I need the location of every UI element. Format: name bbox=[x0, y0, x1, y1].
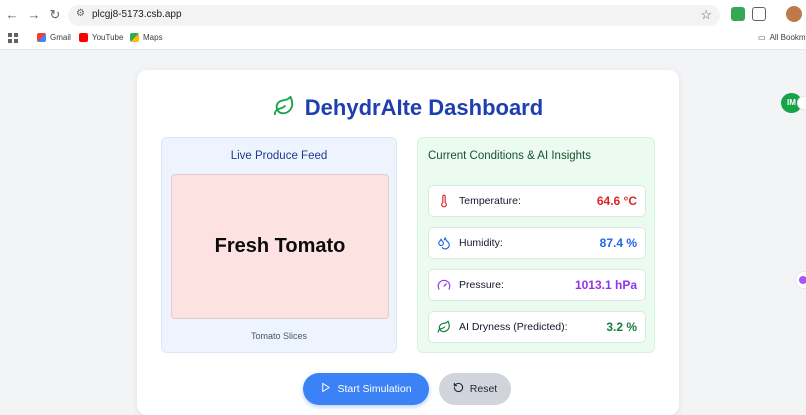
youtube-icon bbox=[79, 33, 88, 42]
metric-pressure: Pressure: 1013.1 hPa bbox=[428, 269, 646, 301]
metric-value: 1013.1 hPa bbox=[574, 278, 637, 292]
reset-label: Reset bbox=[469, 383, 498, 395]
bookmark-star-icon[interactable]: ☆ bbox=[700, 7, 712, 23]
bookmarks-bar: Gmail YouTube Maps ▭ All Bookmarks bbox=[0, 30, 806, 50]
start-simulation-button[interactable]: Start Simulation bbox=[303, 373, 429, 405]
start-label: Start Simulation bbox=[337, 383, 412, 395]
metric-temperature: Temperature: 64.6 °C bbox=[428, 185, 646, 217]
metric-label: Humidity: bbox=[459, 237, 503, 249]
conditions-heading: Current Conditions & AI Insights bbox=[428, 150, 591, 162]
back-icon[interactable]: ← bbox=[4, 7, 20, 23]
live-feed-heading: Live Produce Feed bbox=[230, 150, 328, 162]
rotate-ccw-icon bbox=[453, 382, 464, 396]
conditions-panel: Current Conditions & AI Insights Tempera… bbox=[417, 137, 655, 353]
reload-icon[interactable]: ↻ bbox=[47, 7, 63, 23]
bookmark-maps[interactable]: Maps bbox=[130, 33, 163, 42]
address-bar[interactable]: ⚙ plcgj8-5173.csb.app ☆ bbox=[68, 5, 720, 26]
metric-ai-dryness: AI Dryness (Predicted): 3.2 % bbox=[428, 311, 646, 343]
extensions-puzzle-icon[interactable] bbox=[752, 7, 766, 21]
live-feed-panel: Live Produce Feed Fresh Tomato Tomato Sl… bbox=[161, 137, 397, 353]
produce-caption: Tomato Slices bbox=[250, 331, 308, 341]
play-icon bbox=[320, 382, 331, 396]
assistant-icon bbox=[799, 276, 806, 284]
title-row: DehydrAIte Dashboard bbox=[137, 94, 679, 122]
page-title: DehydrAIte Dashboard bbox=[304, 95, 544, 120]
reset-button[interactable]: Reset bbox=[439, 373, 511, 405]
browser-toolbar: ← → ↻ ⚙ plcgj8-5173.csb.app ☆ bbox=[0, 0, 806, 30]
produce-display: Fresh Tomato bbox=[171, 174, 389, 319]
metric-label: AI Dryness (Predicted): bbox=[459, 321, 568, 333]
produce-name: Fresh Tomato bbox=[214, 235, 346, 257]
all-bookmarks[interactable]: ▭ All Bookmarks bbox=[758, 33, 806, 42]
forward-icon[interactable]: → bbox=[26, 7, 42, 23]
metric-value: 64.6 °C bbox=[596, 194, 637, 208]
metric-label: Pressure: bbox=[459, 279, 504, 291]
maps-icon bbox=[130, 33, 139, 42]
folder-icon: ▭ bbox=[758, 33, 766, 42]
thermometer-icon bbox=[437, 194, 451, 208]
leaf-icon bbox=[437, 320, 451, 334]
bookmark-youtube[interactable]: YouTube bbox=[79, 33, 123, 42]
metric-humidity: Humidity: 87.4 % bbox=[428, 227, 646, 259]
leaf-icon bbox=[273, 95, 295, 122]
profile-avatar[interactable] bbox=[786, 6, 802, 22]
apps-grid-icon[interactable] bbox=[8, 33, 18, 43]
metric-value: 3.2 % bbox=[606, 320, 637, 334]
droplets-icon bbox=[437, 236, 451, 250]
site-settings-icon[interactable]: ⚙ bbox=[76, 8, 85, 19]
metric-label: Temperature: bbox=[459, 195, 521, 207]
gmail-icon bbox=[37, 33, 46, 42]
gauge-icon bbox=[437, 278, 451, 292]
side-tab[interactable] bbox=[797, 96, 806, 110]
extension-icon[interactable] bbox=[731, 7, 745, 21]
metric-value: 87.4 % bbox=[599, 236, 637, 250]
page-body: DehydrAIte Dashboard Live Produce Feed F… bbox=[0, 51, 806, 415]
bookmark-gmail[interactable]: Gmail bbox=[37, 33, 71, 42]
dashboard-card: DehydrAIte Dashboard Live Produce Feed F… bbox=[137, 70, 679, 415]
url-text: plcgj8-5173.csb.app bbox=[92, 9, 182, 20]
